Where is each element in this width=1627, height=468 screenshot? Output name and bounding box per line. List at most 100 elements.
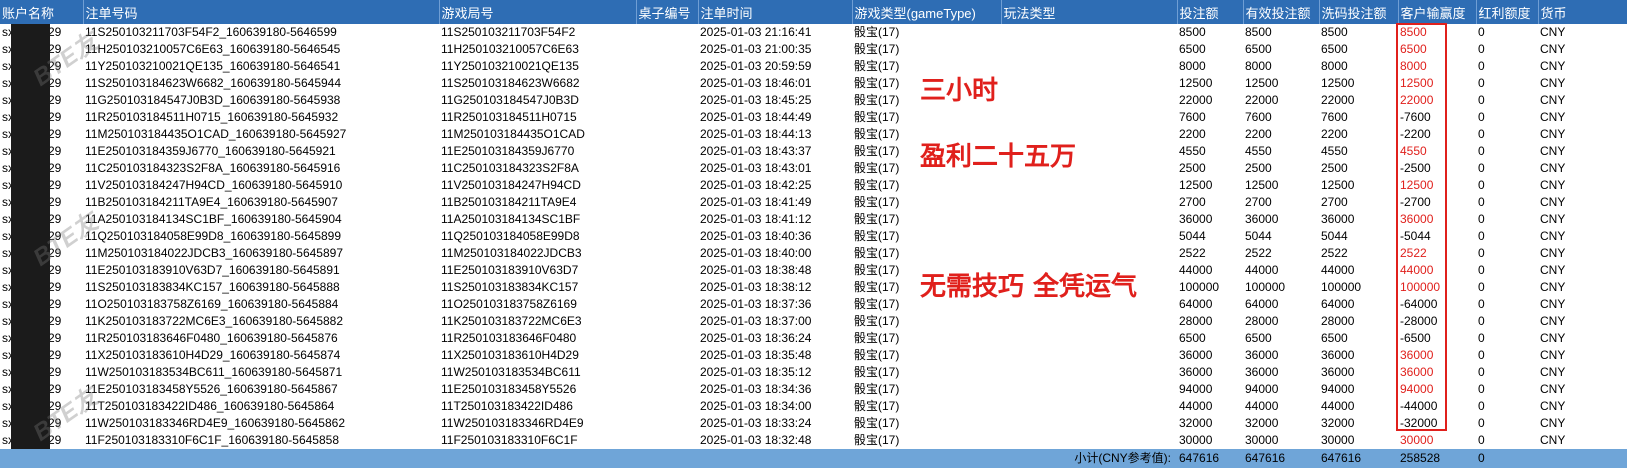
subtotal-rolling-bet: 647616: [1319, 449, 1398, 468]
table-row[interactable]: sx 29 11A250103184134SC1BF_160639180-56459…: [0, 211, 1627, 228]
row-bonus: 0: [1478, 331, 1485, 345]
row-order-no: 11W250103183534BC611_160639180-5645871: [85, 365, 343, 379]
header-rolling-bet[interactable]: 洗码投注额: [1319, 0, 1399, 24]
row-game-type: 骰宝(17): [854, 25, 900, 39]
row-table-no: [636, 330, 698, 347]
header-win-loss[interactable]: 客户输赢度: [1398, 0, 1477, 24]
header-currency[interactable]: 货币: [1538, 0, 1627, 24]
row-rolling-bet: 36000: [1321, 212, 1355, 226]
row-round-no: 11S250103183834KC157: [441, 280, 579, 294]
table-row[interactable]: sx 29 11H250103210057C6E63_160639180-56465…: [0, 41, 1627, 58]
table-row[interactable]: sx 29 11S250103211703F54F2_160639180-56465…: [0, 24, 1627, 41]
header-round-no[interactable]: 游戏局号: [439, 0, 637, 24]
header-account[interactable]: 账户名称: [0, 0, 84, 24]
row-bonus: 0: [1478, 178, 1485, 192]
row-currency: CNY: [1540, 229, 1566, 243]
header-bonus[interactable]: 红利额度: [1476, 0, 1539, 24]
row-rolling-bet: 36000: [1321, 348, 1355, 362]
table-row[interactable]: sx 29 11R250103183646F0480_160639180-56458…: [0, 330, 1627, 347]
row-game-type: 骰宝(17): [854, 416, 900, 430]
table-row[interactable]: sx 29 11E250103183910V63D7_160639180-56458…: [0, 262, 1627, 279]
row-table-no: [636, 296, 698, 313]
table-row[interactable]: sx 29 11E250103184359J6770_160639180-56459…: [0, 143, 1627, 160]
row-table-no: [636, 24, 698, 41]
row-round-no: 11W250103183346RD4E9: [441, 416, 584, 430]
row-order-no: 11E250103183910V63D7_160639180-5645891: [85, 263, 340, 277]
account-suffix: 29: [48, 127, 62, 141]
row-table-no: [636, 143, 698, 160]
row-table-no: [636, 398, 698, 415]
row-round-no: 11R250103184511H0715: [441, 110, 577, 124]
row-game-type: 骰宝(17): [854, 42, 900, 56]
row-table-no: [636, 364, 698, 381]
table-row[interactable]: sx 29 11G250103184547J0B3D_160639180-56459…: [0, 92, 1627, 109]
row-round-no: 11K250103183722MC6E3: [441, 314, 582, 328]
row-valid-bet: 22000: [1245, 93, 1279, 107]
row-round-no: 11V250103184247H94CD: [441, 178, 581, 192]
table-row[interactable]: sx 29 11E250103183458Y5526_160639180-56458…: [0, 381, 1627, 398]
row-round-no: 11H250103210057C6E63: [441, 42, 579, 56]
account-suffix: 29: [48, 110, 62, 124]
subtotal-valid-bet: 647616: [1243, 449, 1319, 468]
table-row[interactable]: sx 29 11O250103183758Z6169_160639180-56458…: [0, 296, 1627, 313]
table-row[interactable]: sx 29 11Q250103184058E99D8_160639180-56458…: [0, 228, 1627, 245]
row-valid-bet: 36000: [1245, 365, 1279, 379]
table-row[interactable]: sx 29 11W250103183534BC611_160639180-56458…: [0, 364, 1627, 381]
header-time[interactable]: 注单时间: [698, 0, 853, 24]
row-table-no: [636, 109, 698, 126]
table-row[interactable]: sx 29 11T250103183422ID486_160639180-56458…: [0, 398, 1627, 415]
row-game-type: 骰宝(17): [854, 246, 900, 260]
row-valid-bet: 94000: [1245, 382, 1279, 396]
table-row[interactable]: sx 29 11V250103184247H94CD_160639180-56459…: [0, 177, 1627, 194]
table-row[interactable]: sx 29 11K250103183722MC6E3_160639180-56458…: [0, 313, 1627, 330]
table-row[interactable]: sx 29 11S250103183834KC157_160639180-56458…: [0, 279, 1627, 296]
header-play-type[interactable]: 玩法类型: [1001, 0, 1178, 24]
row-time: 2025-01-03 18:33:24: [700, 416, 812, 430]
row-currency: CNY: [1540, 382, 1566, 396]
header-game-type[interactable]: 游戏类型(gameType): [852, 0, 1002, 24]
row-bonus: 0: [1478, 280, 1485, 294]
row-game-type: 骰宝(17): [854, 331, 900, 345]
table-row[interactable]: sx 29 11R250103184511H0715_160639180-56459…: [0, 109, 1627, 126]
table-row[interactable]: sx 29 11X250103183610H4D29_160639180-56458…: [0, 347, 1627, 364]
table-row[interactable]: sx 29 11B250103184211TA9E4_160639180-56459…: [0, 194, 1627, 211]
row-bonus: 0: [1478, 314, 1485, 328]
row-round-no: 11O250103183758Z6169: [441, 297, 577, 311]
header-table-no[interactable]: 桌子编号: [636, 0, 699, 24]
table-row[interactable]: sx 29 11M250103184435O1CAD_160639180-56459…: [0, 126, 1627, 143]
row-currency: CNY: [1540, 263, 1566, 277]
table-row[interactable]: sx 29 11W250103183346RD4E9_160639180-56458…: [0, 415, 1627, 432]
row-currency: CNY: [1540, 348, 1566, 362]
row-order-no: 11V250103184247H94CD_160639180-5645910: [85, 178, 343, 192]
table-row[interactable]: sx 29 11Y250103210021QE135_160639180-56465…: [0, 58, 1627, 75]
header-order-no[interactable]: 注单号码: [83, 0, 440, 24]
row-table-no: [636, 279, 698, 296]
row-currency: CNY: [1540, 144, 1566, 158]
row-currency: CNY: [1540, 297, 1566, 311]
table-row[interactable]: sx 29 11C250103184323S2F8A_160639180-56459…: [0, 160, 1627, 177]
row-bonus: 0: [1478, 382, 1485, 396]
table-row[interactable]: sx 29 11S250103184623W6682_160639180-56459…: [0, 75, 1627, 92]
row-time: 2025-01-03 18:44:49: [700, 110, 812, 124]
row-time: 2025-01-03 18:32:48: [700, 433, 812, 447]
row-table-no: [636, 126, 698, 143]
row-valid-bet: 2500: [1245, 161, 1272, 175]
row-rolling-bet: 36000: [1321, 365, 1355, 379]
table-row[interactable]: sx 29 11F250103183310F6C1F_160639180-56458…: [0, 432, 1627, 449]
row-bonus: 0: [1478, 416, 1485, 430]
header-bet[interactable]: 投注额: [1177, 0, 1244, 24]
row-bonus: 0: [1478, 161, 1485, 175]
header-valid-bet[interactable]: 有效投注额: [1243, 0, 1320, 24]
row-valid-bet: 12500: [1245, 178, 1279, 192]
table-row[interactable]: sx 29 11M250103184022JDCB3_160639180-56458…: [0, 245, 1627, 262]
row-time: 2025-01-03 18:46:01: [700, 76, 812, 90]
row-win-loss: 2522: [1400, 246, 1427, 260]
row-bonus: 0: [1478, 433, 1485, 447]
row-currency: CNY: [1540, 331, 1566, 345]
row-table-no: [636, 194, 698, 211]
row-rolling-bet: 100000: [1321, 280, 1362, 294]
row-bet: 22000: [1179, 93, 1213, 107]
row-game-type: 骰宝(17): [854, 212, 900, 226]
row-rolling-bet: 12500: [1321, 178, 1355, 192]
row-bet: 12500: [1179, 76, 1213, 90]
